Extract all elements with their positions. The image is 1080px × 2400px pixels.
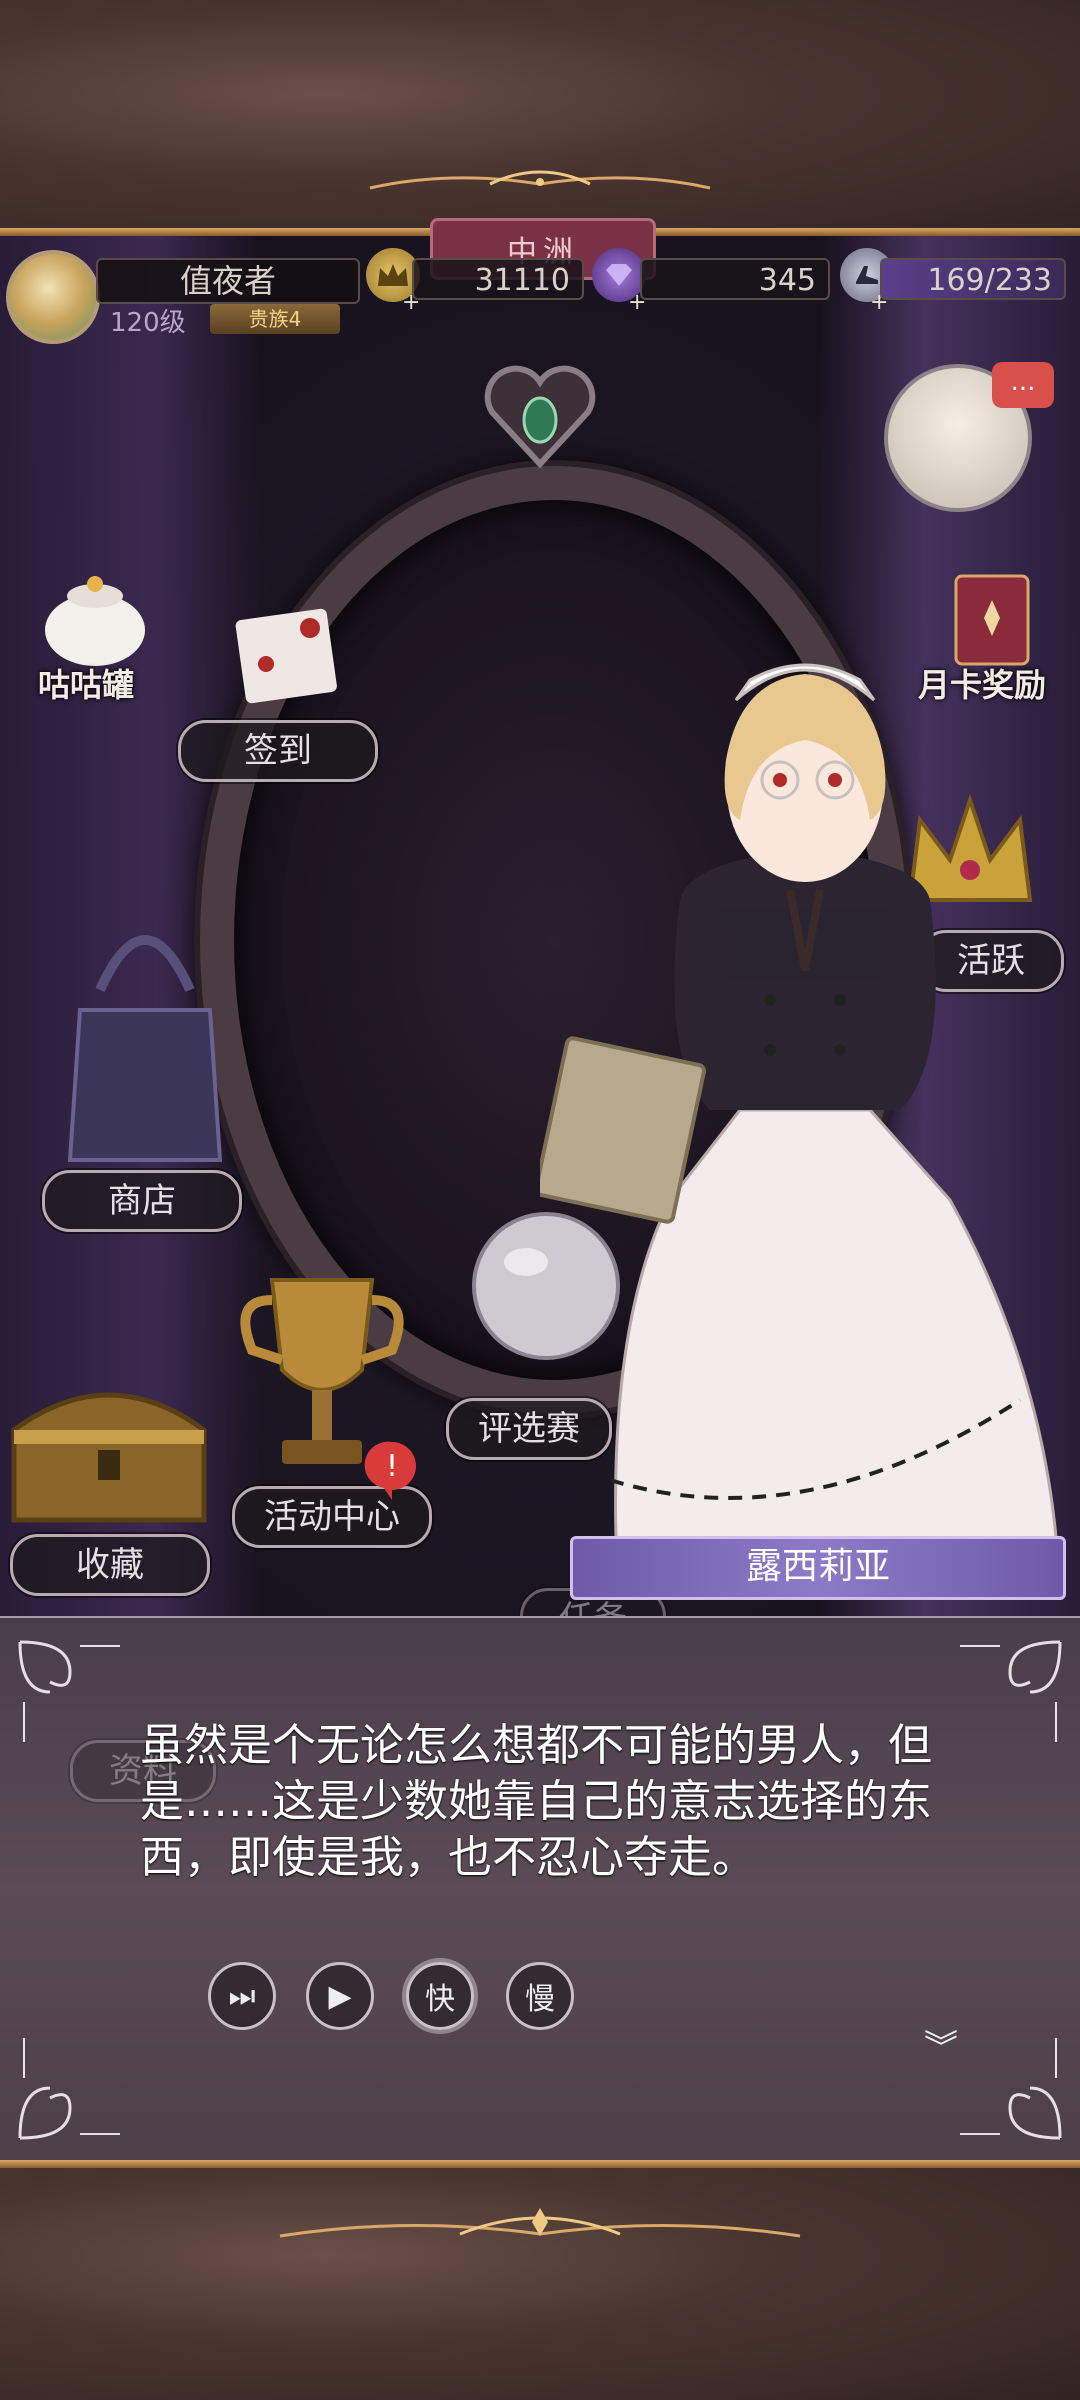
skip-button[interactable]: ⏭ (208, 1962, 276, 2030)
corner-flourish-icon (18, 2038, 120, 2140)
auto-play-button[interactable]: ▶ (306, 1962, 374, 2030)
signin-letter-icon (235, 608, 337, 704)
treasure-chest-icon (11, 1392, 207, 1523)
player-level: 120级 (110, 308, 186, 338)
menu-collection[interactable]: 收藏 (10, 1534, 210, 1596)
top-frame (0, 0, 1080, 236)
next-indicator-icon[interactable]: ︾ (924, 2020, 958, 2069)
player-name: 值夜者 (96, 258, 360, 304)
gem-count: 345 (640, 258, 830, 300)
corner-flourish-icon (960, 1640, 1062, 1742)
menu-gugu-jar[interactable]: 咕咕罐 (38, 660, 134, 706)
top-hud: 值夜者 120级 贵族4 + 31110 + 345 + 169/233 (0, 236, 1080, 346)
heart-gem-icon (484, 365, 596, 469)
menu-shop[interactable]: 商店 (42, 1170, 242, 1232)
svg-text:!: ! (386, 1449, 398, 1484)
rank-badge: 贵族4 (210, 304, 340, 334)
alert-badge-icon: ! (364, 1441, 416, 1500)
dialog-text: 虽然是个无论怎么想都不可能的男人，但是……这是少数她靠自己的意志选择的东西，即使… (140, 1720, 932, 1883)
menu-signin[interactable]: 签到 (178, 720, 378, 782)
dialog-box[interactable]: 资料 虽然是个无论怎么想都不可能的男人，但是……这是少数她靠自己的意志选择的东西… (0, 1616, 1080, 2162)
bottom-frame (0, 2160, 1080, 2400)
stamina-count: 169/233 (880, 258, 1066, 300)
bottom-ornament (279, 2208, 801, 2238)
player-avatar[interactable] (6, 250, 100, 344)
shop-bag-icon (67, 935, 223, 1162)
maid-character (540, 663, 1062, 1600)
speaker-name: 露西莉亚 (570, 1536, 1066, 1600)
gold-count: 31110 (412, 258, 584, 300)
top-ornament (369, 170, 711, 190)
chat-bubble-icon[interactable]: ... (992, 362, 1054, 408)
corner-flourish-icon (960, 2038, 1062, 2140)
corner-flourish-icon (18, 1640, 120, 1742)
gugu-jar-icon[interactable] (40, 570, 150, 670)
slow-button[interactable]: 慢 (506, 1962, 574, 2030)
fast-button[interactable]: 快 (406, 1962, 474, 2030)
